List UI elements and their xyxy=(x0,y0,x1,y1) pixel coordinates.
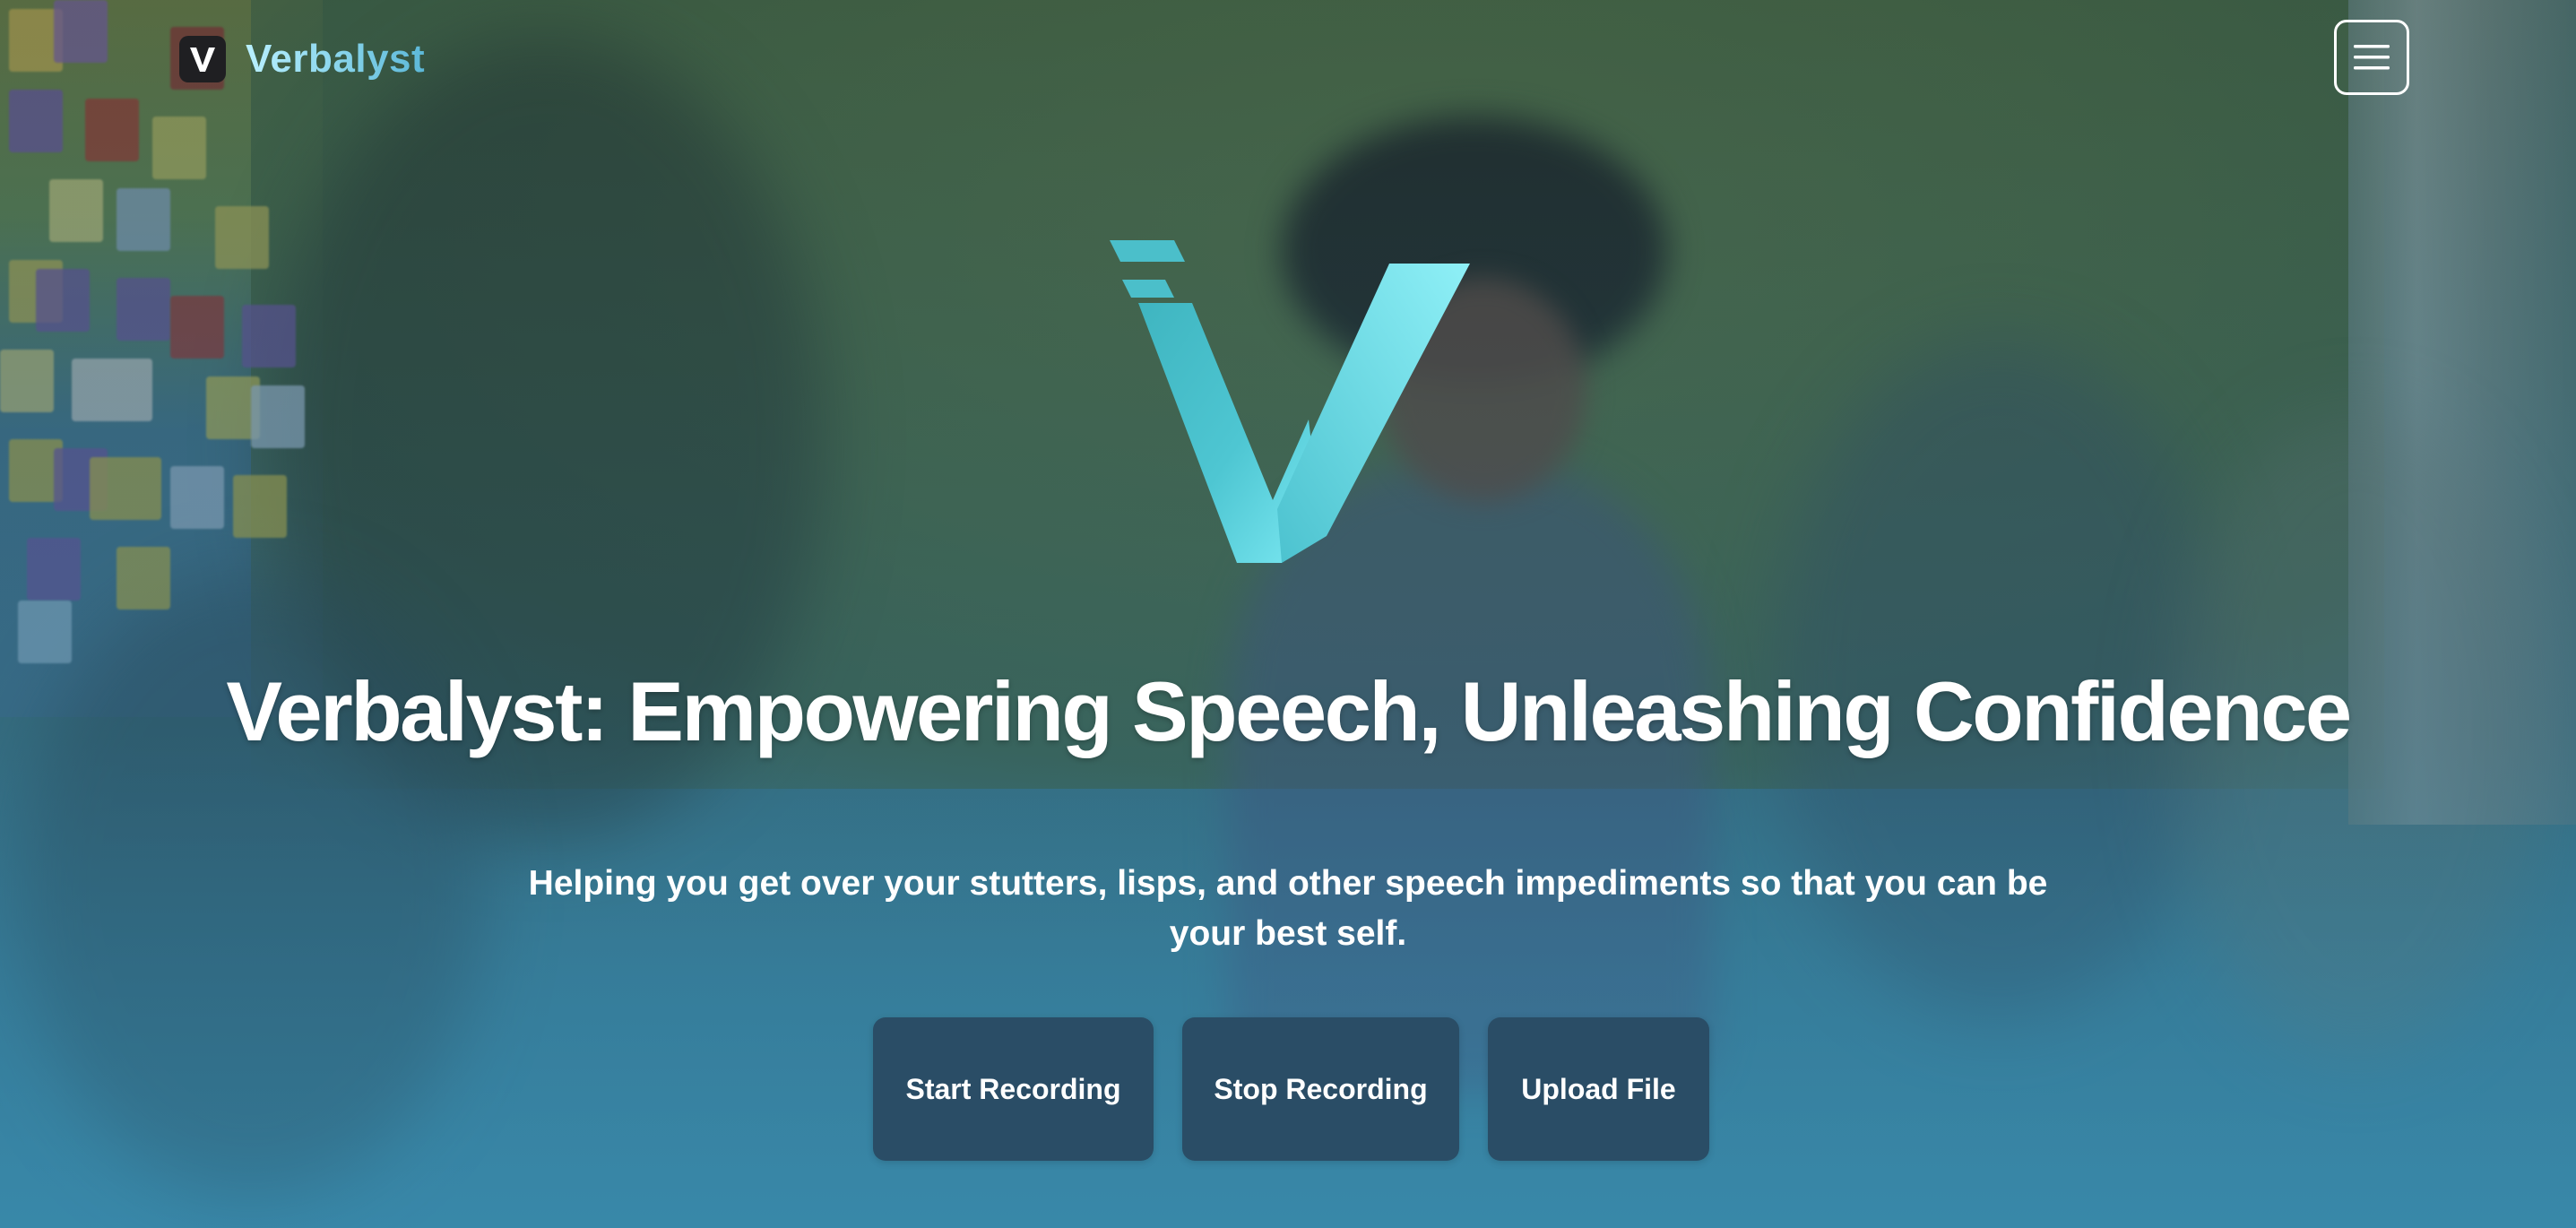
upload-file-button[interactable]: Upload File xyxy=(1488,1017,1709,1161)
background-sticky-note xyxy=(117,278,170,341)
verbalyst-large-v-logo-icon xyxy=(1110,240,1470,563)
verbalyst-v-logo-icon xyxy=(179,36,226,82)
hero-section: Verbalyst Verbalyst: Empowering Speech, … xyxy=(0,0,2576,1228)
background-sticky-note xyxy=(18,601,72,663)
start-recording-button[interactable]: Start Recording xyxy=(873,1017,1154,1161)
background-sticky-note xyxy=(170,296,224,359)
hero-subtitle: Helping you get over your stutters, lisp… xyxy=(528,864,2048,953)
background-sticky-note xyxy=(117,547,170,610)
background-sticky-note xyxy=(233,475,287,538)
background-sticky-note xyxy=(215,206,269,269)
background-sticky-note xyxy=(242,305,296,368)
background-sticky-note xyxy=(170,466,224,529)
background-sticky-note xyxy=(117,188,170,251)
background-sticky-note xyxy=(90,457,161,520)
hero-title: Verbalyst: Empowering Speech, Unleashing… xyxy=(226,664,2352,758)
background-sticky-note xyxy=(72,359,152,421)
background-sticky-note xyxy=(152,117,206,179)
brand-link[interactable]: Verbalyst xyxy=(179,36,425,82)
background-sticky-note xyxy=(36,269,90,332)
brand-name: Verbalyst xyxy=(246,37,426,81)
hamburger-menu-icon xyxy=(2354,45,2390,70)
stop-recording-button[interactable]: Stop Recording xyxy=(1182,1017,1459,1161)
background-sticky-note xyxy=(27,538,81,601)
menu-button[interactable] xyxy=(2334,20,2409,95)
background-sticky-note xyxy=(49,179,103,242)
background-sticky-note xyxy=(0,350,54,412)
background-sticky-note xyxy=(251,385,305,448)
navbar: Verbalyst xyxy=(0,0,2576,117)
